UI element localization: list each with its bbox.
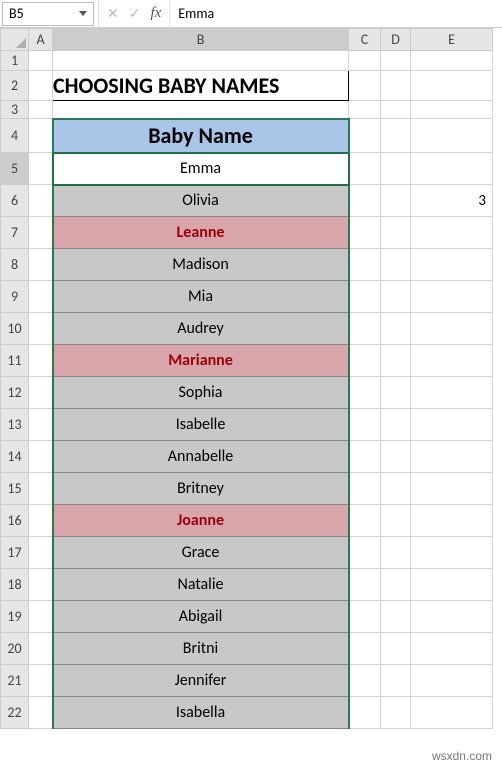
cell-b9[interactable]: Mia (53, 281, 349, 313)
cell-b7[interactable]: Leanne (53, 217, 349, 249)
row-header[interactable]: 5 (1, 153, 29, 185)
cell-b8[interactable]: Madison (53, 249, 349, 281)
name-box[interactable]: B5 (2, 2, 94, 26)
row-header[interactable]: 3 (1, 101, 29, 119)
col-header-e[interactable]: E (411, 29, 493, 51)
cell-b5[interactable]: Emma (53, 153, 349, 185)
chevron-down-icon[interactable] (79, 11, 87, 16)
col-header-a[interactable]: A (29, 29, 53, 51)
row-7[interactable]: 7 Leanne (1, 217, 493, 249)
row-9[interactable]: 9 Mia (1, 281, 493, 313)
cell-b10[interactable]: Audrey (53, 313, 349, 345)
row-header[interactable]: 17 (1, 537, 29, 569)
row-15[interactable]: 15 Britney (1, 473, 493, 505)
column-header-row: A B C D E (1, 29, 493, 51)
row-header[interactable]: 12 (1, 377, 29, 409)
cell-b21[interactable]: Jennifer (53, 665, 349, 697)
row-20[interactable]: 20 Britni (1, 633, 493, 665)
formula-bar: B5 ✕ ✓ fx Emma (0, 0, 502, 28)
spreadsheet-grid[interactable]: A B C D E 1 2 CHOOSING BABY NAMES 3 4 Ba… (0, 28, 493, 729)
row-22[interactable]: 22 Isabella (1, 697, 493, 729)
row-1[interactable]: 1 (1, 51, 493, 71)
row-header[interactable]: 16 (1, 505, 29, 537)
row-header[interactable]: 13 (1, 409, 29, 441)
title-cell[interactable]: CHOOSING BABY NAMES (53, 71, 349, 101)
row-header[interactable]: 9 (1, 281, 29, 313)
row-header[interactable]: 18 (1, 569, 29, 601)
row-14[interactable]: 14 Annabelle (1, 441, 493, 473)
row-header[interactable]: 14 (1, 441, 29, 473)
row-header[interactable]: 2 (1, 71, 29, 101)
cell-e6[interactable]: 3 (411, 185, 493, 217)
row-10[interactable]: 10 Audrey (1, 313, 493, 345)
row-8[interactable]: 8 Madison (1, 249, 493, 281)
row-17[interactable]: 17 Grace (1, 537, 493, 569)
cell-b19[interactable]: Abigail (53, 601, 349, 633)
cell-b11[interactable]: Marianne (53, 345, 349, 377)
table-header[interactable]: Baby Name (53, 119, 349, 153)
row-header[interactable]: 11 (1, 345, 29, 377)
watermark: wsxdn.com (432, 749, 492, 763)
cell-b6[interactable]: Olivia (53, 185, 349, 217)
row-16[interactable]: 16 Joanne (1, 505, 493, 537)
cell-b17[interactable]: Grace (53, 537, 349, 569)
fx-icon[interactable]: fx (150, 5, 161, 22)
row-6[interactable]: 6 Olivia 3 (1, 185, 493, 217)
row-12[interactable]: 12 Sophia (1, 377, 493, 409)
cell-b18[interactable]: Natalie (53, 569, 349, 601)
name-box-value: B5 (9, 5, 75, 22)
row-header[interactable]: 8 (1, 249, 29, 281)
row-header[interactable]: 21 (1, 665, 29, 697)
row-header[interactable]: 10 (1, 313, 29, 345)
col-header-b[interactable]: B (53, 29, 349, 51)
row-3[interactable]: 3 (1, 101, 493, 119)
row-18[interactable]: 18 Natalie (1, 569, 493, 601)
formula-input[interactable]: Emma (169, 0, 502, 27)
row-21[interactable]: 21 Jennifer (1, 665, 493, 697)
row-4[interactable]: 4 Baby Name (1, 119, 493, 153)
cell-b16[interactable]: Joanne (53, 505, 349, 537)
row-header[interactable]: 6 (1, 185, 29, 217)
row-19[interactable]: 19 Abigail (1, 601, 493, 633)
col-header-d[interactable]: D (381, 29, 411, 51)
select-all-corner[interactable] (1, 29, 29, 51)
row-header[interactable]: 22 (1, 697, 29, 729)
row-header[interactable]: 7 (1, 217, 29, 249)
cell-b13[interactable]: Isabelle (53, 409, 349, 441)
formula-buttons: ✕ ✓ fx (98, 0, 169, 27)
row-11[interactable]: 11 Marianne (1, 345, 493, 377)
row-13[interactable]: 13 Isabelle (1, 409, 493, 441)
row-header[interactable]: 19 (1, 601, 29, 633)
row-header[interactable]: 4 (1, 119, 29, 153)
cell-b14[interactable]: Annabelle (53, 441, 349, 473)
col-header-c[interactable]: C (349, 29, 381, 51)
row-2[interactable]: 2 CHOOSING BABY NAMES (1, 71, 493, 101)
row-5[interactable]: 5 Emma (1, 153, 493, 185)
row-header[interactable]: 15 (1, 473, 29, 505)
confirm-icon[interactable]: ✓ (129, 5, 141, 22)
cell-b12[interactable]: Sophia (53, 377, 349, 409)
cell-b20[interactable]: Britni (53, 633, 349, 665)
row-header[interactable]: 20 (1, 633, 29, 665)
cancel-icon[interactable]: ✕ (107, 5, 119, 22)
row-header[interactable]: 1 (1, 51, 29, 71)
cell-b15[interactable]: Britney (53, 473, 349, 505)
cell-b22[interactable]: Isabella (53, 697, 349, 729)
